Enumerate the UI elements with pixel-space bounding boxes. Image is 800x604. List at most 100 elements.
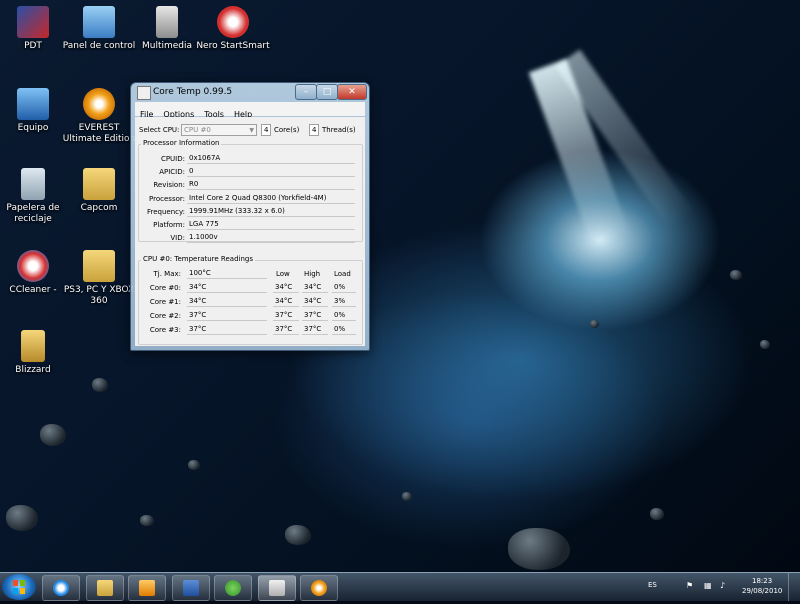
core3-load: 0% [332,324,356,335]
frequency-label: Frequency: [146,208,185,216]
processor-info-title: Processor Information [141,139,222,147]
core1-low: 34°C [273,296,299,307]
asteroid [730,270,742,280]
core-temp-window[interactable]: Core Temp 0.99.5 – □ ✕ File Options Tools H… [130,82,370,351]
desktop-icon-everest[interactable]: EVEREST Ultimate Edition [60,88,138,145]
taskbar-explorer[interactable] [86,575,124,601]
window-titlebar[interactable]: Core Temp 0.99.5 – □ ✕ [131,83,369,101]
processor-label: Processor: [149,195,185,203]
select-cpu-value: CPU #0 [184,126,211,134]
window-title: Core Temp 0.99.5 [153,87,233,97]
core-temp-app-icon [137,86,151,100]
show-desktop-button[interactable] [788,573,800,601]
core3-label: Core #3: [149,326,181,334]
core2-low: 37°C [273,310,299,321]
tjmax-value: 100°C [187,268,267,279]
desktop-icon-label: PS3, PC Y XBOX 360 [63,285,135,306]
core2-temp: 37°C [187,310,267,321]
core0-low: 34°C [273,282,299,293]
cores-count: 4 [261,124,271,136]
taskbar-everest[interactable] [300,575,338,601]
core0-label: Core #0: [149,284,181,292]
chevron-down-icon: ▼ [249,127,254,134]
threads-count: 4 [309,124,319,136]
messenger-icon [225,580,241,596]
taskbar-media-player[interactable] [128,575,166,601]
taskbar: ES ⚑ ▦ ♪ 18:23 29/08/2010 [0,572,800,601]
asteroid [760,340,770,349]
folder-icon [21,330,45,362]
desktop-icon-label: Panel de control [62,41,136,51]
taskbar-word[interactable] [172,575,210,601]
desktop-icon-label: Blizzard [15,365,51,375]
core1-load: 3% [332,296,356,307]
core2-load: 0% [332,310,356,321]
core3-high: 37°C [302,324,328,335]
folder-icon [83,250,115,282]
platform-value: LGA 775 [187,219,355,230]
internet-explorer-icon [53,580,69,596]
revision-value: R0 [187,179,355,190]
taskbar-messenger[interactable] [214,575,252,601]
vid-value: 1.1000v [187,232,355,243]
ccleaner-icon [17,250,49,282]
network-icon[interactable]: ▦ [704,581,712,590]
everest-info-icon [311,580,327,596]
pdt-icon [17,6,49,38]
apicid-value: 0 [187,166,355,177]
folder-icon [97,580,113,596]
core0-temp: 34°C [187,282,267,293]
maximize-button[interactable]: □ [316,84,338,100]
clock-time[interactable]: 18:23 [752,577,772,585]
language-indicator[interactable]: ES [648,581,657,589]
volume-icon[interactable]: ♪ [720,581,725,590]
menu-bar: File Options Tools Help [135,102,365,119]
desktop-icon-blizzard[interactable]: Blizzard [0,330,72,376]
recycle-bin-icon [21,168,45,200]
asteroid [140,515,154,526]
desktop-icon-ps3-pc-xbox[interactable]: PS3, PC Y XBOX 360 [60,250,138,307]
asteroid [285,525,311,545]
windows-logo-icon [13,580,25,594]
asteroid [402,492,412,501]
asteroid [6,505,38,531]
core-temp-taskbar-icon [269,580,285,596]
taskbar-internet-explorer[interactable] [42,575,80,601]
vid-label: VID: [170,234,185,242]
desktop-icon-label: Capcom [80,203,118,213]
cpuid-label: CPUID: [160,155,185,163]
minimize-button[interactable]: – [295,84,317,100]
core3-low: 37°C [273,324,299,335]
load-column-header: Load [334,270,351,278]
control-panel-icon [83,6,115,38]
desktop-icon-label: EVEREST Ultimate Edition [62,123,136,144]
computer-icon [17,88,49,120]
core0-high: 34°C [302,282,328,293]
clock-date[interactable]: 29/08/2010 [742,587,782,595]
start-button[interactable] [2,574,36,600]
asteroid [92,378,108,392]
cpuid-value: 0x1067A [187,153,355,164]
core2-high: 37°C [302,310,328,321]
core0-load: 0% [332,282,356,293]
asteroid [590,320,599,328]
nero-icon [217,6,249,38]
media-player-icon [139,580,155,596]
asteroid [508,528,570,570]
asteroid [40,424,66,446]
flag-icon[interactable]: ⚑ [686,581,693,590]
tjmax-label: Tj. Max: [153,270,181,278]
revision-label: Revision: [153,181,185,189]
processor-value: Intel Core 2 Quad Q8300 (Yorkfield-4M) [187,193,355,204]
desktop-icon-panel-de-control[interactable]: Panel de control [60,6,138,52]
high-column-header: High [304,270,321,278]
apicid-label: APICID: [159,168,185,176]
asteroid [188,460,200,470]
desktop-icon-capcom[interactable]: Capcom [60,168,138,214]
asteroid [650,508,664,520]
select-cpu-dropdown[interactable]: CPU #0 ▼ [181,124,257,136]
taskbar-core-temp[interactable] [258,575,296,601]
close-button[interactable]: ✕ [337,84,367,100]
low-column-header: Low [276,270,290,278]
desktop-icon-nero-startsmart[interactable]: Nero StartSmart [194,6,272,52]
